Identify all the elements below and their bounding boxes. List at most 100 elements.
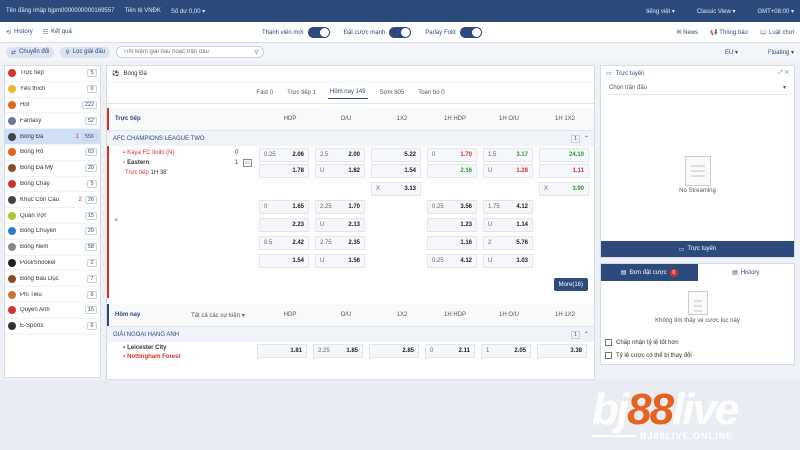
odds-cell[interactable]: U 1.56 bbox=[315, 254, 365, 268]
search-input[interactable] bbox=[116, 46, 265, 58]
timezone-select[interactable]: GMT+08:00 ▾ bbox=[757, 8, 794, 15]
odds-cell[interactable]: 1 2.05 bbox=[481, 344, 531, 358]
checkbox[interactable] bbox=[605, 339, 612, 346]
odds-cell[interactable]: 0.5 2.42 bbox=[259, 236, 309, 250]
odds-cell[interactable]: 1.81 bbox=[257, 344, 307, 358]
sidebar-item[interactable]: Bóng Đá Mỹ 20 bbox=[5, 161, 100, 177]
expand-icon[interactable]: ⤢ ✕ bbox=[778, 70, 789, 77]
odds-cell[interactable]: 0.25 2.06 bbox=[259, 148, 309, 162]
handicap-label: 1.75 bbox=[488, 204, 500, 210]
tab-2[interactable]: Hôm nay 149 bbox=[327, 86, 368, 99]
more-button[interactable]: More(16) bbox=[553, 278, 588, 291]
league-header[interactable]: GIẢI NGOẠI HẠNG ANH 1 ⌃ bbox=[107, 326, 594, 342]
odds-change-checkbox[interactable]: Tỷ lệ cược có thể bị thay đổi bbox=[601, 349, 794, 362]
odds-cell[interactable]: U 1.14 bbox=[483, 218, 533, 232]
parlay-fold-toggle[interactable]: Parlay Fold bbox=[425, 27, 482, 38]
odds-cell[interactable]: 1.54 bbox=[259, 254, 309, 268]
parlay-fold-label: Parlay Fold bbox=[425, 29, 456, 36]
language-select[interactable]: tiếng việt ▾ bbox=[646, 8, 675, 15]
league-filter-button[interactable]: ⚲ Lọc giải đấu bbox=[60, 46, 111, 58]
sidebar-item[interactable]: Bóng Ném 58 bbox=[5, 240, 100, 256]
live-stream-button[interactable]: ▭ Trực tuyến bbox=[601, 241, 794, 257]
view-select[interactable]: Classic View ▾ bbox=[697, 8, 736, 15]
odds-cell[interactable]: U 1.28 bbox=[483, 164, 533, 178]
odds-cell[interactable]: 2.16 bbox=[427, 164, 477, 178]
odds-cell[interactable]: X 3.13 bbox=[371, 182, 421, 196]
new-member-toggle[interactable]: Thành viên mới bbox=[262, 27, 330, 38]
odds-cell[interactable]: 24.10 bbox=[539, 148, 589, 162]
match-select[interactable]: Chọn trận đấu ▾ bbox=[605, 81, 790, 95]
odds-cell[interactable]: 0 2.11 bbox=[425, 344, 475, 358]
odds-cell[interactable]: 1.78 bbox=[259, 164, 309, 178]
sidebar-item[interactable]: Yêu thích 0 bbox=[5, 82, 100, 98]
chevron-up-icon[interactable]: ⌃ bbox=[584, 331, 589, 338]
odds-cell[interactable]: 2.5 2.00 bbox=[315, 148, 365, 162]
odds-cell[interactable]: U 1.82 bbox=[315, 164, 365, 178]
odds-cell[interactable]: 2.85 bbox=[369, 344, 419, 358]
odds-cell[interactable]: 0 1.70 bbox=[427, 148, 477, 162]
history-link[interactable]: ⟲ History bbox=[6, 29, 33, 36]
sidebar-item[interactable]: Quần Vợt 15 bbox=[5, 208, 100, 224]
tv-icon[interactable]: ▭ bbox=[243, 159, 252, 167]
switch-button[interactable]: ⇄ Chuyển đổi bbox=[6, 46, 55, 58]
sidebar-item[interactable]: Bóng Đá 1 556 bbox=[5, 129, 100, 145]
toggle-switch[interactable] bbox=[307, 27, 330, 38]
odds-cell[interactable]: U 1.03 bbox=[483, 254, 533, 268]
odds-cell[interactable]: 2.25 1.85 bbox=[313, 344, 363, 358]
brand-88: 88 bbox=[627, 385, 674, 434]
league-header[interactable]: AFC CHAMPIONS LEAGUE TWO 1 ⌃ bbox=[107, 130, 594, 146]
odds-cell[interactable]: 2.23 bbox=[259, 218, 309, 232]
sidebar-item[interactable]: E-Sports 6 bbox=[5, 319, 100, 335]
odds-cell[interactable]: 1.11 bbox=[539, 164, 589, 178]
odds-cell[interactable]: 0.25 3.56 bbox=[427, 200, 477, 214]
odds-cell[interactable]: 0 1.65 bbox=[259, 200, 309, 214]
sidebar-item[interactable]: Phi Tiêu 6 bbox=[5, 287, 100, 303]
tab-3[interactable]: Sớm 805 bbox=[378, 87, 407, 99]
sidebar-item[interactable]: Trực tiếp 5 bbox=[5, 66, 100, 82]
odds-cell[interactable]: 2.75 2.35 bbox=[315, 236, 365, 250]
balance-dropdown[interactable]: Số dư 0,00 ▾ bbox=[171, 8, 205, 15]
strong-bet-toggle[interactable]: Đặt cược mạnh bbox=[344, 27, 412, 38]
search-icon[interactable]: ⚲ bbox=[254, 49, 258, 56]
sidebar-item[interactable]: Hot 222 bbox=[5, 98, 100, 114]
results-link[interactable]: ☷ Kết quả bbox=[43, 29, 72, 36]
odds-cell[interactable]: 2.25 1.70 bbox=[315, 200, 365, 214]
sport-icon bbox=[8, 227, 16, 236]
odds-cell[interactable]: 3.38 bbox=[537, 344, 587, 358]
odds-cell[interactable]: X 3.90 bbox=[539, 182, 589, 196]
odds-type-select[interactable]: EU ▾ bbox=[725, 49, 738, 56]
all-events-select[interactable]: Tất cả các sự kiện ▾ bbox=[191, 312, 245, 319]
odds-cell[interactable]: 1.54 bbox=[371, 164, 421, 178]
checkbox[interactable] bbox=[605, 352, 612, 359]
sidebar-item[interactable]: Bóng Chuyền 29 bbox=[5, 224, 100, 240]
accept-better-odds-checkbox[interactable]: Chấp nhận tỷ lệ tốt hơn bbox=[601, 336, 794, 349]
sidebar-item[interactable]: Fantasy 52 bbox=[5, 113, 100, 130]
floating-select[interactable]: Floating ▾ bbox=[768, 49, 794, 56]
news-link[interactable]: ✉ News bbox=[676, 29, 698, 36]
odds-cell[interactable]: U 2.13 bbox=[315, 218, 365, 232]
odds-cell[interactable]: 1.75 4.12 bbox=[483, 200, 533, 214]
toggle-switch[interactable] bbox=[459, 27, 482, 38]
sidebar-item[interactable]: Bóng Bầu Dục 7 bbox=[5, 271, 100, 288]
tab-history[interactable]: ▤ History bbox=[698, 264, 795, 281]
odds-cell[interactable]: 2 5.76 bbox=[483, 236, 533, 250]
odds-cell[interactable]: 1.23 bbox=[427, 218, 477, 232]
rules-link[interactable]: 📖 Luật chơi bbox=[760, 29, 794, 36]
sidebar-item[interactable]: Pool/Snooker 2 bbox=[5, 256, 100, 272]
notice-link[interactable]: 📢 Thông báo bbox=[710, 29, 748, 36]
tab-4[interactable]: Toàn bộ 0 bbox=[416, 87, 446, 99]
tab-0[interactable]: Fast 0 bbox=[254, 87, 275, 99]
sidebar-item[interactable]: Quyền Anh 15 bbox=[5, 303, 100, 319]
sidebar-item[interactable]: Bóng Rổ 63 bbox=[5, 145, 100, 161]
odds-cell[interactable]: 1.5 3.17 bbox=[483, 148, 533, 162]
chevron-up-icon[interactable]: ⌃ bbox=[584, 135, 589, 142]
odds-cell[interactable]: 5.22 bbox=[371, 148, 421, 162]
star-icon[interactable]: ★ bbox=[113, 216, 119, 224]
odds-cell[interactable]: 1.16 bbox=[427, 236, 477, 250]
tab-bet-slip[interactable]: ▤ Đơn đặt cược 0 bbox=[601, 264, 698, 281]
sidebar-item[interactable]: Bóng Chày 5 bbox=[5, 177, 100, 193]
odds-cell[interactable]: 0.25 4.12 bbox=[427, 254, 477, 268]
sidebar-item[interactable]: Khúc Côn Cầu 2 26 bbox=[5, 192, 100, 209]
toggle-switch[interactable] bbox=[389, 27, 412, 38]
tab-1[interactable]: Trực tiếp 1 bbox=[285, 87, 318, 99]
